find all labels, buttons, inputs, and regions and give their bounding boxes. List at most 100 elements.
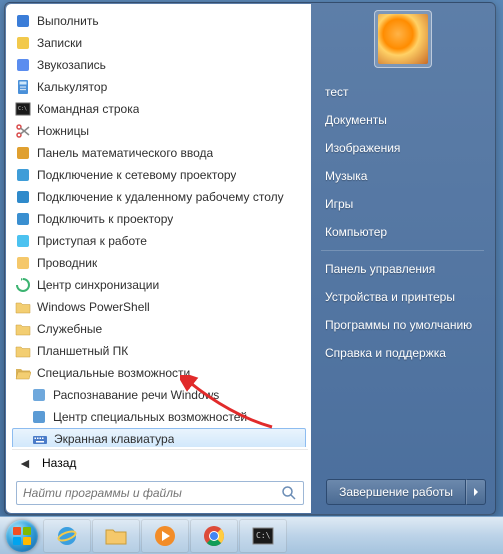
back-label: Назад bbox=[42, 456, 76, 470]
program-item-getting-started[interactable]: Приступая к работе bbox=[12, 230, 306, 252]
search-box[interactable] bbox=[16, 481, 304, 505]
program-label: Калькулятор bbox=[37, 80, 107, 94]
right-item-control-panel[interactable]: Панель управления bbox=[313, 255, 492, 283]
user-folder[interactable]: тест bbox=[313, 78, 492, 106]
taskbar-explorer[interactable] bbox=[92, 519, 140, 553]
program-item-command-prompt[interactable]: C:\ Командная строка bbox=[12, 98, 306, 120]
program-item-remote-desktop[interactable]: Подключение к удаленному рабочему столу bbox=[12, 186, 306, 208]
media-player-icon bbox=[153, 524, 177, 548]
program-item-ease-center[interactable]: Центр специальных возможностей bbox=[12, 406, 306, 428]
taskbar-cmd[interactable]: C:\ bbox=[239, 519, 287, 553]
mic2-icon bbox=[30, 386, 48, 404]
ease-icon bbox=[30, 408, 48, 426]
windows-logo-icon bbox=[13, 527, 31, 545]
right-item-documents[interactable]: Документы bbox=[313, 106, 492, 134]
start-button[interactable] bbox=[2, 518, 42, 554]
right-item-default-programs[interactable]: Программы по умолчанию bbox=[313, 311, 492, 339]
program-item-explorer[interactable]: Проводник bbox=[12, 252, 306, 274]
svg-text:C:\: C:\ bbox=[18, 106, 27, 112]
program-label: Планшетный ПК bbox=[37, 344, 128, 358]
flag-icon bbox=[14, 232, 32, 250]
right-pane: тест ДокументыИзображенияМузыкаИгрыКомпь… bbox=[311, 4, 494, 513]
program-label: Подключить к проектору bbox=[37, 212, 173, 226]
program-label: Командная строка bbox=[37, 102, 139, 116]
program-label: Специальные возможности bbox=[37, 366, 190, 380]
keyboard-icon bbox=[31, 430, 49, 447]
calc-icon bbox=[14, 78, 32, 96]
program-item-powershell-folder[interactable]: Windows PowerShell bbox=[12, 296, 306, 318]
chrome-icon bbox=[202, 524, 226, 548]
start-menu: Выполнить Записки Звукозапись Калькулятор C:… bbox=[4, 2, 496, 515]
shutdown-button[interactable]: Завершение работы bbox=[326, 479, 466, 505]
folder-icon bbox=[104, 524, 128, 548]
folder-icon bbox=[14, 342, 32, 360]
taskbar-ie[interactable] bbox=[43, 519, 91, 553]
svg-text:C:\: C:\ bbox=[256, 531, 271, 540]
math-icon bbox=[14, 144, 32, 162]
back-button[interactable]: ◄ Назад bbox=[12, 449, 308, 475]
separator bbox=[321, 250, 484, 251]
program-item-ease-of-access-folder[interactable]: Специальные возможности bbox=[12, 362, 306, 384]
program-label: Подключение к удаленному рабочему столу bbox=[37, 190, 284, 204]
chevron-right-icon bbox=[472, 488, 480, 496]
right-item-pictures[interactable]: Изображения bbox=[313, 134, 492, 162]
right-item-computer[interactable]: Компьютер bbox=[313, 218, 492, 246]
internet-explorer-icon bbox=[55, 524, 79, 548]
taskbar-chrome[interactable] bbox=[190, 519, 238, 553]
program-item-tablet-pc-folder[interactable]: Планшетный ПК bbox=[12, 340, 306, 362]
program-item-calculator[interactable]: Калькулятор bbox=[12, 76, 306, 98]
right-item-music[interactable]: Музыка bbox=[313, 162, 492, 190]
program-item-sound-recorder[interactable]: Звукозапись bbox=[12, 54, 306, 76]
mic-icon bbox=[14, 56, 32, 74]
program-label: Распознавание речи Windows bbox=[53, 388, 219, 402]
folder-icon bbox=[14, 320, 32, 338]
right-item-games[interactable]: Игры bbox=[313, 190, 492, 218]
scissors-icon bbox=[14, 122, 32, 140]
run-icon bbox=[14, 12, 32, 30]
explorer-icon bbox=[14, 254, 32, 272]
search-icon bbox=[281, 485, 297, 501]
back-arrow-icon: ◄ bbox=[18, 455, 36, 471]
program-item-on-screen-keyboard[interactable]: Экранная клавиатура bbox=[12, 428, 306, 447]
user-avatar-frame[interactable] bbox=[374, 10, 432, 68]
program-item-sync-center[interactable]: Центр синхронизации bbox=[12, 274, 306, 296]
program-label: Записки bbox=[37, 36, 82, 50]
program-label: Центр синхронизации bbox=[37, 278, 159, 292]
right-item-devices-printers[interactable]: Устройства и принтеры bbox=[313, 283, 492, 311]
taskbar-media-player[interactable] bbox=[141, 519, 189, 553]
program-item-connect-projector[interactable]: Подключить к проектору bbox=[12, 208, 306, 230]
right-item-help-support[interactable]: Справка и поддержка bbox=[313, 339, 492, 367]
program-label: Подключение к сетевому проектору bbox=[37, 168, 236, 182]
rdp-icon bbox=[14, 188, 32, 206]
user-avatar bbox=[378, 14, 428, 64]
note-icon bbox=[14, 34, 32, 52]
shutdown-row: Завершение работы bbox=[326, 479, 486, 505]
folder-open-icon bbox=[14, 364, 32, 382]
program-list[interactable]: Выполнить Записки Звукозапись Калькулятор C:… bbox=[12, 10, 308, 447]
program-item-math-input[interactable]: Панель математического ввода bbox=[12, 142, 306, 164]
program-item-system-tools-folder[interactable]: Служебные bbox=[12, 318, 306, 340]
program-label: Центр специальных возможностей bbox=[53, 410, 247, 424]
program-item-network-projector[interactable]: Подключение к сетевому проектору bbox=[12, 164, 306, 186]
search-row bbox=[12, 475, 308, 507]
cmd-icon: C:\ bbox=[14, 100, 32, 118]
folder-icon bbox=[14, 298, 32, 316]
program-item-run[interactable]: Выполнить bbox=[12, 10, 306, 32]
netproj-icon bbox=[14, 166, 32, 184]
program-label: Служебные bbox=[37, 322, 102, 336]
program-item-speech-recognition[interactable]: Распознавание речи Windows bbox=[12, 384, 306, 406]
program-item-snipping-tool[interactable]: Ножницы bbox=[12, 120, 306, 142]
program-label: Windows PowerShell bbox=[37, 300, 150, 314]
program-label: Звукозапись bbox=[37, 58, 106, 72]
shutdown-options-button[interactable] bbox=[466, 479, 486, 505]
program-label: Ножницы bbox=[37, 124, 89, 138]
program-label: Приступая к работе bbox=[37, 234, 147, 248]
program-label: Выполнить bbox=[37, 14, 99, 28]
right-pane-items: тест ДокументыИзображенияМузыкаИгрыКомпь… bbox=[311, 78, 494, 475]
program-label: Экранная клавиатура bbox=[54, 432, 174, 446]
taskbar[interactable]: C:\ bbox=[0, 516, 503, 554]
sync-icon bbox=[14, 276, 32, 294]
program-item-sticky-notes[interactable]: Записки bbox=[12, 32, 306, 54]
all-programs-pane: Выполнить Записки Звукозапись Калькулятор C:… bbox=[6, 4, 311, 513]
search-input[interactable] bbox=[23, 486, 281, 500]
